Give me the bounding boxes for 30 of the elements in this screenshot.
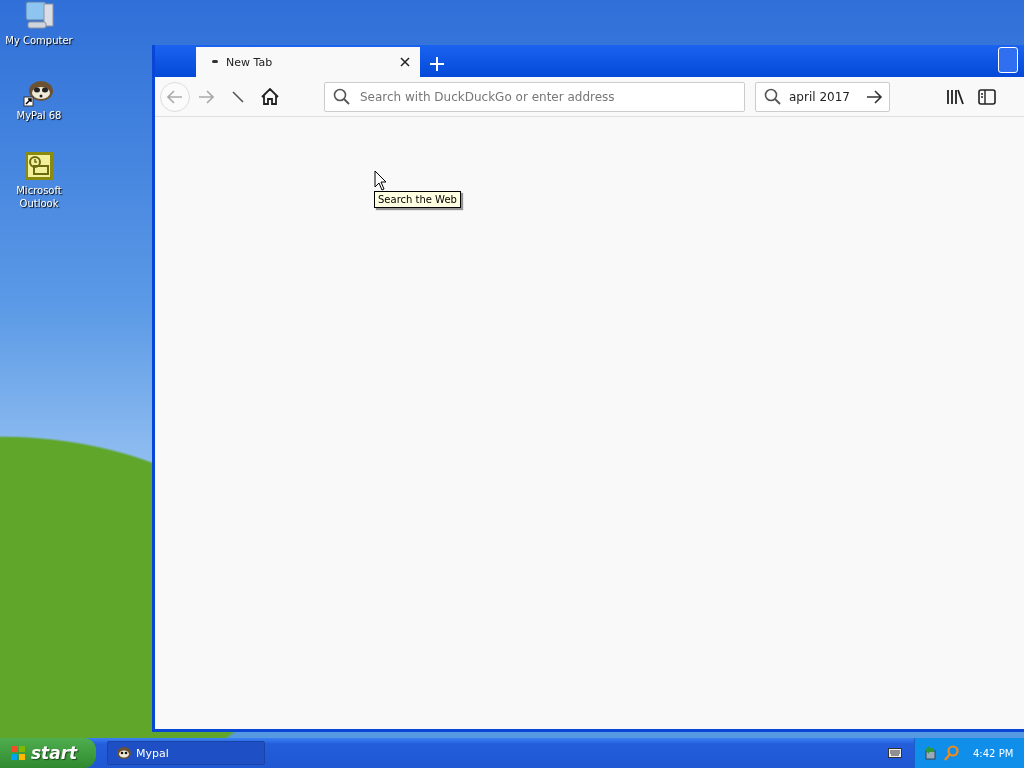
address-field[interactable]: Search with DuckDuckGo or enter address xyxy=(324,81,745,112)
search-field[interactable]: april 2017 xyxy=(755,81,890,112)
slash-icon xyxy=(232,90,244,103)
keyboard-icon[interactable] xyxy=(888,748,902,758)
home-icon xyxy=(261,88,279,105)
browser-tab[interactable]: New Tab xyxy=(196,47,420,77)
network-icon[interactable] xyxy=(923,745,939,761)
left-arrow-icon xyxy=(167,89,183,104)
taskbar-button[interactable]: Mypal xyxy=(107,741,265,765)
library-icon[interactable] xyxy=(946,88,964,105)
right-arrow-icon xyxy=(198,89,214,104)
minimize-button[interactable] xyxy=(998,47,1018,73)
address-input[interactable]: Search with DuckDuckGo or enter address xyxy=(358,88,744,105)
raccoon-icon xyxy=(116,746,132,760)
close-icon[interactable] xyxy=(400,57,410,67)
right-arrow-icon[interactable] xyxy=(866,89,883,104)
plus-icon[interactable] xyxy=(430,57,444,71)
start-button[interactable]: start xyxy=(0,738,96,768)
desktop-icon-label[interactable]: My Computer xyxy=(4,34,74,47)
search-icon xyxy=(333,88,350,105)
computer-icon[interactable] xyxy=(22,0,56,32)
cursor-icon xyxy=(374,170,387,191)
sidebar-icon[interactable] xyxy=(978,88,996,105)
windows-flag-icon xyxy=(10,745,26,761)
clock-envelope-icon[interactable] xyxy=(22,150,56,182)
desktop-icon-label[interactable]: MyPal 68 xyxy=(4,109,74,122)
search-icon xyxy=(764,88,781,105)
clock: 4:42 PM xyxy=(973,747,1014,759)
tooltip: Search the Web xyxy=(374,191,461,208)
search-input[interactable]: april 2017 xyxy=(787,88,860,105)
